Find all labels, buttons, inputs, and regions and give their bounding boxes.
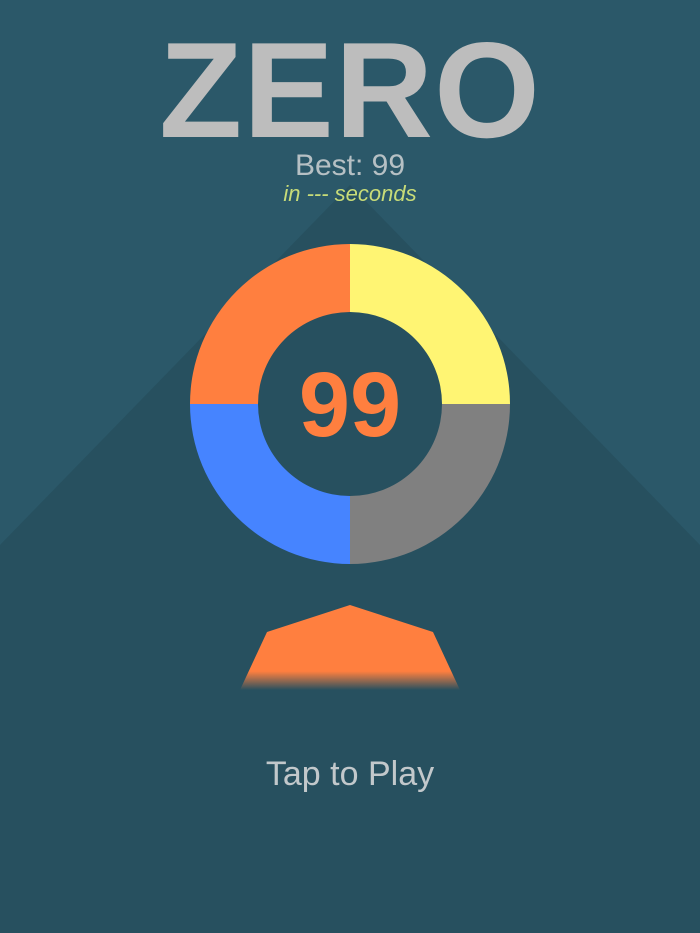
current-score: 99: [298, 354, 402, 456]
player-shape[interactable]: [240, 605, 460, 690]
tap-to-play-button[interactable]: Tap to Play: [0, 752, 700, 796]
